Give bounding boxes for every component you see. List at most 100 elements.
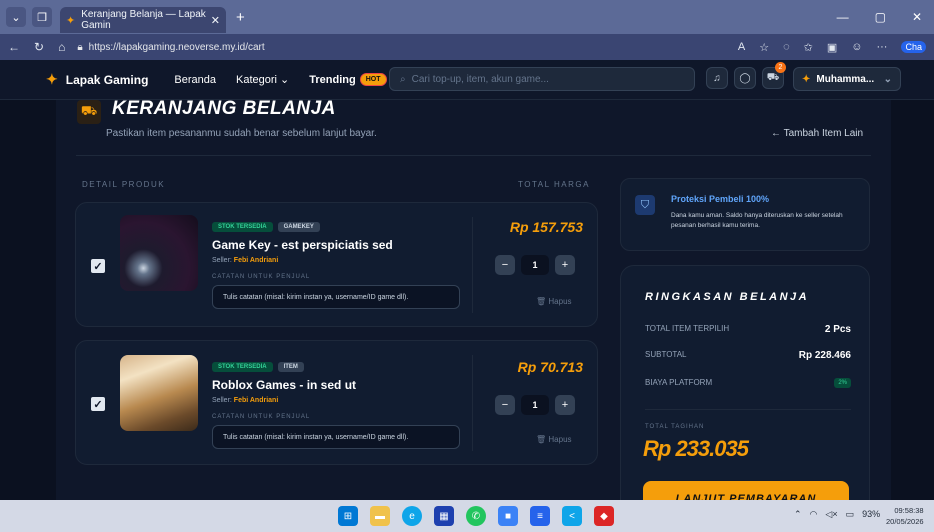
favorite-star-icon[interactable]: ☆ [759,41,769,54]
product-image[interactable] [120,355,198,431]
wifi-icon[interactable]: ◠ [810,509,818,520]
clock[interactable]: 09:58:38 20/05/2026 [886,505,924,528]
seller-note-input[interactable]: Tulis catatan (misal: kirim instan ya, u… [212,285,460,309]
minimize-button[interactable]: — [837,10,849,24]
seller-label: Seller: [212,257,232,264]
copilot-chat-button[interactable]: Cha [901,41,926,53]
edge-icon[interactable]: e [402,506,422,526]
notification-bell-button[interactable]: ♫ [706,67,728,89]
read-aloud-icon[interactable]: A [738,41,745,53]
app-icon-blue[interactable]: ■ [498,506,518,526]
seller-line: Seller: Febi Andriani [212,397,460,404]
page-title: KERANJANG BELANJA [112,100,336,119]
seller-note-input[interactable]: Tulis catatan (misal: kirim instan ya, u… [212,425,460,449]
cart-icon: ⛟ [766,71,780,83]
increase-qty-button[interactable]: + [555,395,575,415]
home-icon[interactable]: ⌂ [58,40,65,54]
notes-icon[interactable]: ≡ [530,506,550,526]
close-tab-icon[interactable]: ✕ [211,14,220,27]
protection-description: Dana kamu aman. Saldo hanya diteruskan k… [671,212,843,230]
header-divider [76,155,871,156]
item-price: Rp 70.713 [517,359,583,375]
cart-item-2: ✓ STOK TERSEDIA ITEM Roblox Games - in se… [75,340,598,465]
search-input[interactable]: ⌕ Cari top-up, item, akun game... [389,67,695,91]
store-icon[interactable]: ▦ [434,506,454,526]
clock-time: 09:58:38 [894,506,924,515]
app-icon-red[interactable]: ◆ [594,506,614,526]
hot-badge: HOT [359,73,387,86]
subtotal-label: SUBTOTAL [645,350,687,359]
item-name[interactable]: Game Key - est perspiciatis sed [212,238,460,252]
battery-icon[interactable]: ▭ [846,509,855,520]
user-name: Muhamma... [816,73,875,85]
volume-icon[interactable]: ◁× [825,509,837,520]
refresh-icon[interactable]: ↻ [34,40,44,54]
cart-button[interactable]: ⛟ 2 [762,62,786,89]
more-menu-icon[interactable]: ··· [876,41,887,53]
tab-actions-icon[interactable]: ⌄ [6,7,26,27]
user-menu[interactable]: ✦ Muhamma... ⌄ [793,67,901,91]
increase-qty-button[interactable]: + [555,255,575,275]
chat-button[interactable]: ◯ [734,67,756,89]
remove-label: Hapus [548,297,572,306]
page-subtitle: Pastikan item pesananmu sudah benar sebe… [106,128,377,139]
url-field[interactable]: 🔒︎ https://lapakgaming.neoverse.my.id/ca… [77,42,264,53]
seller-name[interactable]: Febi Andriani [234,397,278,404]
start-icon[interactable]: ⊞ [338,506,358,526]
bell-icon: ♫ [713,72,721,84]
chat-icon: ◯ [739,72,751,84]
column-header-total: TOTAL HARGA [518,180,590,189]
avatar: ✦ [802,73,811,85]
whatsapp-icon[interactable]: ✆ [466,506,486,526]
remove-item-button[interactable]: 🗑︎ Hapus [536,435,572,444]
checkout-button[interactable]: LANJUT PEMBAYARAN [643,481,849,500]
brand-logo[interactable]: ✦ Lapak Gaming [46,71,148,88]
item-checkbox[interactable]: ✓ [91,259,105,273]
browser-tab[interactable]: ✦ Keranjang Belanja — Lapak Gamin ✕ [60,7,226,33]
close-window-button[interactable]: ✕ [912,10,922,24]
summary-row-items: TOTAL ITEM TERPILIH 2 Pcs [645,324,851,335]
search-icon: ⌕ [400,73,406,85]
total-bill-label: TOTAL TAGIHAN [645,424,705,430]
maximize-button[interactable]: ▢ [875,10,886,24]
chevron-up-icon[interactable]: ⌃ [794,509,802,520]
subtotal-value: Rp 228.466 [798,350,851,361]
qty-value[interactable]: 1 [521,255,549,275]
remove-item-button[interactable]: 🗑︎ Hapus [536,297,572,306]
decrease-qty-button[interactable]: − [495,255,515,275]
collections-icon[interactable]: ▣ [827,41,837,54]
os-taskbar: ⊞ ▬ e ▦ ✆ ■ ≡ < ◆ ⌃ ◠ ◁× ▭ 93% 09:58:38 … [0,500,934,532]
nav-link-kategori[interactable]: Kategori ⌄ [236,73,289,86]
qty-value[interactable]: 1 [521,395,549,415]
profile-icon[interactable]: ☺ [851,41,862,53]
seller-name[interactable]: Febi Andriani [234,257,278,264]
summary-divider [645,409,851,410]
file-explorer-icon[interactable]: ▬ [370,506,390,526]
nav-link-trending[interactable]: Trending HOT [309,73,387,86]
item-details: STOK TERSEDIA ITEM Roblox Games - in sed … [212,355,460,449]
summary-row-subtotal: SUBTOTAL Rp 228.466 [645,350,851,361]
item-checkbox[interactable]: ✓ [91,397,105,411]
new-tab-button[interactable]: + [236,9,245,26]
lock-icon: 🔒︎ [77,41,83,53]
trash-icon: 🗑︎ [536,435,547,444]
add-more-items-link[interactable]: ← Tambah Item Lain [771,128,863,139]
note-label: CATATAN UNTUK PENJUAL [212,274,311,280]
url-text: https://lapakgaming.neoverse.my.id/cart [88,41,265,53]
favorites-icon[interactable]: ✩ [804,41,813,54]
item-name[interactable]: Roblox Games - in sed ut [212,378,460,392]
clock-date: 20/05/2026 [886,517,924,527]
extension-icon[interactable]: ◌ [783,41,790,53]
trending-label: Trending [309,73,356,86]
decrease-qty-button[interactable]: − [495,395,515,415]
item-details: STOK TERSEDIA GAMEKEY Game Key - est pers… [212,215,460,309]
product-image[interactable] [120,215,198,291]
nav-link-beranda[interactable]: Beranda [174,74,216,86]
seller-label: Seller: [212,397,232,404]
quantity-stepper: − 1 + [495,395,575,415]
back-icon[interactable]: ← [8,40,20,54]
vscode-icon[interactable]: < [562,506,582,526]
chevron-down-icon: ⌄ [883,73,892,85]
item-price: Rp 157.753 [509,219,583,235]
workspaces-icon[interactable]: ❐ [32,7,52,27]
